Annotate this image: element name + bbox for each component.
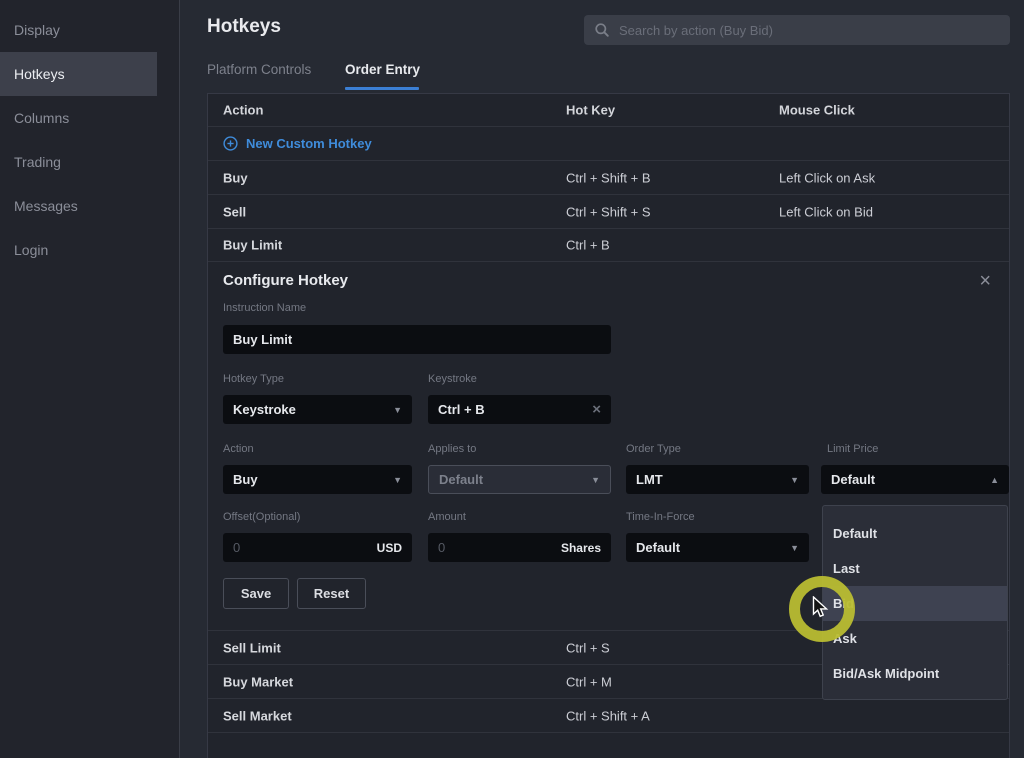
table-row-empty [208, 733, 1009, 758]
tab-platform-controls[interactable]: Platform Controls [207, 62, 311, 77]
table-row[interactable]: Buy Ctrl + Shift + B Left Click on Ask [208, 161, 1009, 195]
column-header-mouse-click: Mouse Click [779, 103, 855, 118]
instruction-name-field[interactable]: Buy Limit [223, 325, 611, 354]
table-row[interactable]: Sell Market Ctrl + Shift + A [208, 699, 1009, 733]
instruction-name-value: Buy Limit [233, 332, 292, 347]
amount-label: Amount [428, 511, 466, 523]
amount-input[interactable] [438, 540, 555, 555]
search-input[interactable] [619, 23, 1000, 38]
applies-to-dropdown[interactable]: Default ▼ [428, 465, 611, 494]
order-type-value: LMT [636, 472, 663, 487]
page-title: Hotkeys [207, 16, 281, 38]
row-hotkey: Ctrl + M [566, 674, 612, 689]
plus-circle-icon [223, 136, 238, 151]
sidebar-item-login[interactable]: Login [0, 228, 157, 272]
sidebar-item-label: Hotkeys [14, 66, 65, 82]
settings-sidebar: Display Hotkeys Columns Trading Messages… [0, 0, 180, 758]
instruction-name-label: Instruction Name [223, 302, 306, 314]
offset-input[interactable] [233, 540, 371, 555]
row-mouse-click: Left Click on Bid [779, 204, 873, 219]
offset-unit: USD [377, 541, 402, 555]
amount-field[interactable]: Shares [428, 533, 611, 562]
mouse-cursor [812, 596, 834, 620]
sidebar-item-messages[interactable]: Messages [0, 184, 157, 228]
save-button[interactable]: Save [223, 578, 289, 609]
row-hotkey: Ctrl + S [566, 640, 610, 655]
tab-order-entry[interactable]: Order Entry [345, 62, 420, 77]
limit-price-label: Limit Price [827, 443, 878, 455]
chevron-down-icon: ▼ [790, 475, 799, 485]
keystroke-label: Keystroke [428, 373, 477, 385]
order-type-label: Order Type [626, 443, 681, 455]
limit-price-dropdown[interactable]: Default ▲ [821, 465, 1009, 494]
menu-item-ask[interactable]: Ask [823, 621, 1007, 656]
applies-to-value: Default [439, 472, 483, 487]
row-hotkey: Ctrl + Shift + B [566, 170, 651, 185]
action-dropdown[interactable]: Buy ▼ [223, 465, 412, 494]
menu-item-last[interactable]: Last [823, 551, 1007, 586]
time-in-force-value: Default [636, 540, 680, 555]
settings-window: Display Hotkeys Columns Trading Messages… [0, 0, 1024, 758]
close-icon[interactable]: × [979, 268, 991, 294]
sidebar-item-label: Login [14, 242, 48, 258]
row-action: Buy Market [223, 674, 293, 689]
table-row[interactable]: Sell Ctrl + Shift + S Left Click on Bid [208, 195, 1009, 229]
hotkey-type-value: Keystroke [233, 402, 296, 417]
sidebar-item-label: Columns [14, 110, 69, 126]
search-icon [594, 22, 610, 38]
menu-item-default[interactable]: Default [823, 516, 1007, 551]
sidebar-item-columns[interactable]: Columns [0, 96, 157, 140]
column-header-action: Action [223, 103, 263, 118]
offset-field[interactable]: USD [223, 533, 412, 562]
new-custom-hotkey-label: New Custom Hotkey [246, 136, 372, 151]
row-action: Buy Limit [223, 238, 282, 253]
action-label: Action [223, 443, 254, 455]
keystroke-field[interactable]: Ctrl + B × [428, 395, 611, 424]
clear-keystroke-icon[interactable]: × [592, 401, 601, 418]
hotkey-type-label: Hotkey Type [223, 373, 284, 385]
new-custom-hotkey-button[interactable]: New Custom Hotkey [208, 127, 1009, 161]
sidebar-item-label: Messages [14, 198, 78, 214]
chevron-up-icon: ▲ [990, 475, 999, 485]
time-in-force-label: Time-In-Force [626, 511, 695, 523]
row-action: Sell [223, 204, 246, 219]
hotkey-type-dropdown[interactable]: Keystroke ▼ [223, 395, 412, 424]
row-hotkey: Ctrl + B [566, 238, 610, 253]
chevron-down-icon: ▼ [790, 543, 799, 553]
chevron-down-icon: ▼ [393, 475, 402, 485]
column-header-hotkey: Hot Key [566, 103, 615, 118]
row-action: Sell Limit [223, 640, 281, 655]
amount-unit: Shares [561, 541, 601, 555]
chevron-down-icon: ▼ [393, 405, 402, 415]
order-type-dropdown[interactable]: LMT ▼ [626, 465, 809, 494]
limit-price-value: Default [831, 472, 875, 487]
sidebar-item-trading[interactable]: Trading [0, 140, 157, 184]
row-mouse-click: Left Click on Ask [779, 170, 875, 185]
sidebar-item-display[interactable]: Display [0, 8, 157, 52]
row-hotkey: Ctrl + Shift + S [566, 204, 651, 219]
row-hotkey: Ctrl + Shift + A [566, 708, 650, 723]
row-action: Sell Market [223, 708, 292, 723]
time-in-force-dropdown[interactable]: Default ▼ [626, 533, 809, 562]
table-header-row: Action Hot Key Mouse Click [208, 94, 1009, 127]
configure-hotkey-title: Configure Hotkey [223, 272, 348, 289]
sidebar-item-label: Trading [14, 154, 61, 170]
sidebar-item-hotkeys[interactable]: Hotkeys [0, 52, 157, 96]
sidebar-item-label: Display [14, 22, 60, 38]
row-action: Buy [223, 170, 248, 185]
search-box[interactable] [584, 15, 1010, 45]
chevron-down-icon: ▼ [591, 475, 600, 485]
offset-label: Offset(Optional) [223, 511, 300, 523]
table-row[interactable]: Buy Limit Ctrl + B [208, 229, 1009, 262]
reset-button[interactable]: Reset [297, 578, 366, 609]
applies-to-label: Applies to [428, 443, 476, 455]
action-value: Buy [233, 472, 258, 487]
active-tab-underline [345, 87, 419, 90]
keystroke-value: Ctrl + B [438, 402, 485, 417]
menu-item-bid-ask-midpoint[interactable]: Bid/Ask Midpoint [823, 656, 1007, 691]
